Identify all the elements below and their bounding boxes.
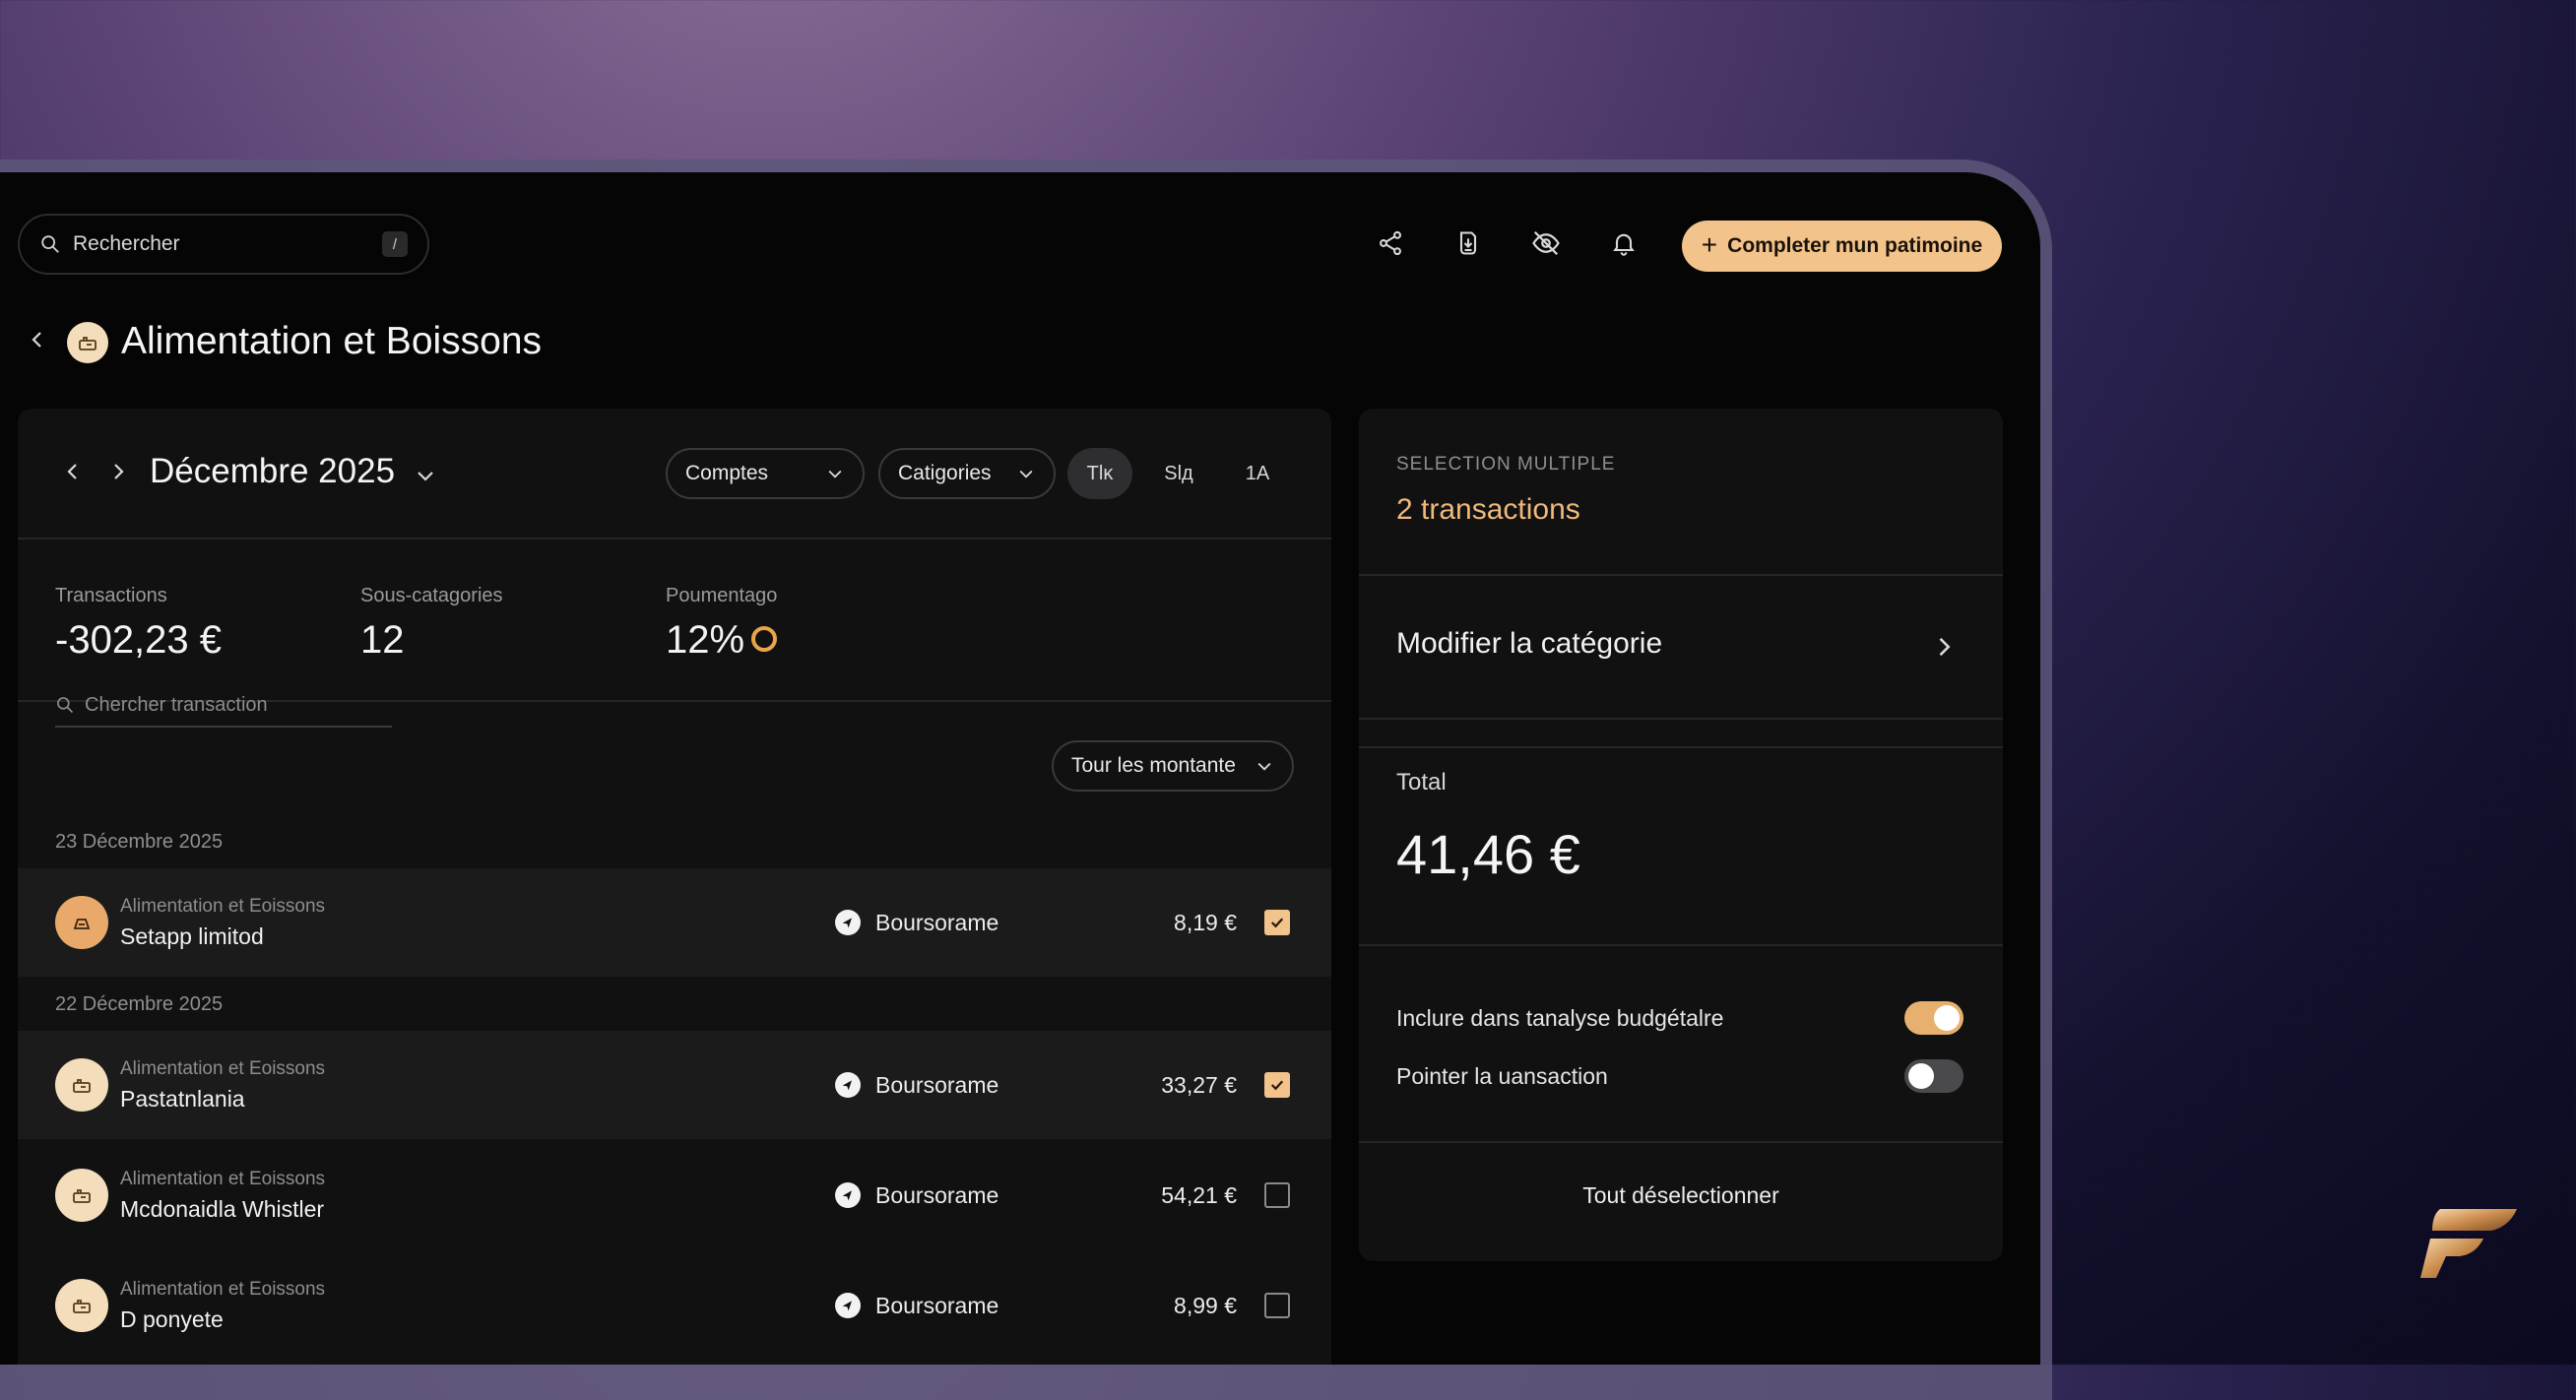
transaction-name: Mcdonaidla Whistler [120, 1196, 325, 1222]
stat-value: 12% [666, 618, 745, 662]
transaction-name: D ponyete [120, 1306, 224, 1332]
check-icon [1270, 1080, 1284, 1091]
chevron-down-icon [1019, 470, 1033, 478]
complete-patrimony-label: Completer mun patimoine [1727, 234, 1983, 257]
transaction-bank: Boursorame [875, 910, 999, 935]
complete-patrimony-button[interactable]: + Completer mun patimoine [1682, 221, 2002, 272]
plus-icon: + [1701, 228, 1718, 260]
toggles-block: Inclure dans tanalyse budgétalre Pointer… [1359, 946, 2003, 1143]
brand-logo-icon [2418, 1203, 2521, 1280]
range-option[interactable]: Tlĸ [1067, 448, 1132, 499]
category-icon [55, 1058, 108, 1112]
month-selector[interactable]: Décembre 2025 [150, 452, 395, 491]
deselect-all-label: Tout déselectionner [1582, 1182, 1779, 1208]
accounts-dropdown[interactable]: Comptes [666, 448, 865, 499]
transaction-search-placeholder: Chercher transaction [85, 693, 268, 716]
transaction-category: Alimentation et Eoissons [120, 1169, 326, 1189]
row-checkbox[interactable] [1264, 1293, 1290, 1318]
date-group-header: 22 Décembre 2025 [55, 993, 224, 1015]
category-icon [55, 896, 108, 949]
download-icon[interactable] [1449, 223, 1488, 263]
check-icon [1270, 918, 1284, 928]
chevron-down-icon [828, 470, 842, 478]
bank-logo-icon [835, 1293, 861, 1318]
categories-dropdown[interactable]: Catigories [878, 448, 1056, 499]
transaction-category: Alimentation et Eoissons [120, 1279, 326, 1300]
previous-month-icon[interactable] [61, 460, 85, 483]
transaction-amount: 33,27 € [1161, 1072, 1237, 1098]
period-bar: Décembre 2025 Comptes Catigories Tlĸ Slд… [18, 409, 1331, 540]
transaction-name: Pastatnlania [120, 1086, 245, 1112]
selection-kicker: SELECTION MULTIPLE [1396, 454, 1616, 475]
next-month-icon[interactable] [106, 460, 130, 483]
transaction-amount: 54,21 € [1161, 1182, 1237, 1208]
search-icon [41, 235, 59, 253]
chevron-right-icon [1930, 633, 1958, 666]
transaction-category: Alimentation et Eoissons [120, 1058, 326, 1079]
stats-summary: Transactions -302,23 € Sous-catagories 1… [18, 540, 1331, 702]
categories-dropdown-label: Catigories [898, 462, 992, 484]
transaction-category: Alimentation et Eoissons [120, 896, 326, 917]
bank-logo-icon [835, 910, 861, 935]
amount-filter-label: Tour les montante [1071, 754, 1236, 777]
transaction-amount: 8,99 € [1174, 1293, 1237, 1318]
selection-count-block: SELECTION MULTIPLE 2 transactions [1359, 409, 2003, 576]
transaction-row[interactable]: Alimentation et Eoissons Pastatnlania Bo… [18, 1031, 1331, 1139]
toggle-knob [1908, 1063, 1934, 1089]
selection-details: SELECTION MULTIPLE 2 transactions Modifi… [1359, 409, 2003, 1261]
stat-label: Sous-catagories [360, 585, 503, 606]
accounts-dropdown-label: Comptes [685, 462, 769, 484]
eye-off-icon[interactable] [1526, 223, 1566, 263]
stat-label: Transactions [55, 585, 167, 606]
chevron-down-icon [1257, 762, 1271, 771]
row-checkbox[interactable] [1264, 1072, 1290, 1098]
global-search-input[interactable]: Rechercher / [18, 214, 429, 275]
date-group-header: 23 Décembre 2025 [55, 831, 224, 853]
total-value: 41,46 € [1396, 823, 1580, 885]
budget-analysis-toggle[interactable] [1904, 1001, 1964, 1035]
category-icon [55, 1169, 108, 1222]
chevron-down-icon[interactable] [414, 464, 437, 492]
range-option[interactable]: Slд [1146, 448, 1211, 499]
percentage-ring-icon [751, 626, 777, 652]
modify-category-button[interactable]: Modifier la catégorie [1359, 576, 2003, 720]
total-block: Total 41,46 € [1359, 720, 2003, 946]
search-icon [57, 697, 74, 714]
transaction-bank: Boursorame [875, 1293, 999, 1318]
stat-value: -302,23 € [55, 618, 223, 662]
back-chevron-icon[interactable] [26, 328, 49, 351]
transaction-amount: 8,19 € [1174, 910, 1237, 935]
deselect-all-button[interactable]: Tout déselectionner [1359, 1143, 2003, 1251]
transaction-bank: Boursorame [875, 1182, 999, 1208]
budget-analysis-label: Inclure dans tanalyse budgétalre [1396, 1005, 1724, 1031]
page-title: Alimentation et Boissons [121, 320, 543, 362]
transaction-row[interactable]: Alimentation et Eoissons Setapp limitod … [18, 868, 1331, 977]
global-search-placeholder: Rechercher [73, 232, 180, 255]
transaction-search-input[interactable]: Chercher transaction [55, 684, 392, 728]
category-icon [55, 1279, 108, 1332]
selection-count: 2 transactions [1396, 493, 1580, 526]
modify-category-label: Modifier la catégorie [1396, 627, 1663, 660]
point-transaction-toggle[interactable] [1904, 1059, 1964, 1093]
point-transaction-label: Pointer la uansaction [1396, 1063, 1608, 1089]
stat-label: Poumentago [666, 585, 778, 606]
transaction-row[interactable]: Alimentation et Eoissons Mcdonaidla Whis… [18, 1141, 1331, 1249]
row-checkbox[interactable] [1264, 910, 1290, 935]
transaction-row[interactable]: Alimentation et Eoissons D ponyete Bours… [18, 1251, 1331, 1360]
stat-value: 12 [360, 618, 405, 662]
category-icon [67, 322, 108, 363]
search-shortcut-key: / [382, 231, 408, 257]
bank-logo-icon [835, 1072, 861, 1098]
transaction-name: Setapp limitod [120, 923, 264, 949]
bank-logo-icon [835, 1182, 861, 1208]
transaction-bank: Boursorame [875, 1072, 999, 1098]
bell-icon[interactable] [1604, 223, 1643, 263]
amount-filter-dropdown[interactable]: Tour les montante [1052, 740, 1294, 792]
toggle-knob [1934, 1005, 1960, 1031]
row-checkbox[interactable] [1264, 1182, 1290, 1208]
range-option[interactable]: 1A [1225, 448, 1290, 499]
total-label: Total [1396, 769, 1447, 795]
share-icon[interactable] [1371, 223, 1410, 263]
